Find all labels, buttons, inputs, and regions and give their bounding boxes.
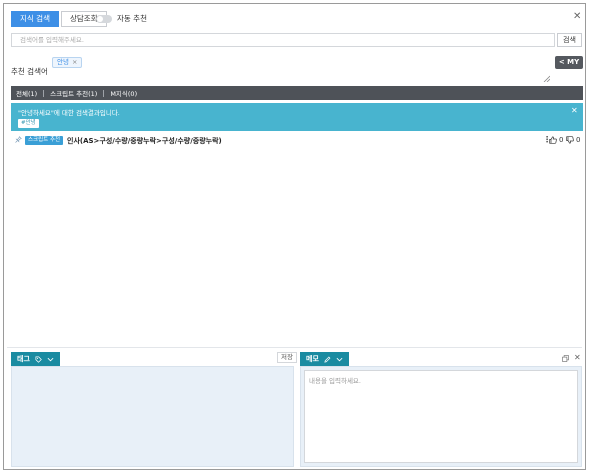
search-input[interactable] <box>11 33 555 47</box>
tag-panel-title: 태그 <box>17 355 30 363</box>
close-icon[interactable]: ✕ <box>573 12 581 22</box>
banner-hashtag[interactable]: #안녕 <box>18 119 39 128</box>
tab-knowledge-search[interactable]: 지식 검색 <box>11 11 59 27</box>
result-filter-bar: 전체(1) 스크립트 추천(1) M지식(0) <box>11 86 583 100</box>
tag-icon <box>35 356 42 363</box>
pencil-icon <box>324 356 331 363</box>
my-button[interactable]: < MY <box>555 56 583 69</box>
tag-panel-header[interactable]: 태그 <box>11 352 60 366</box>
script-recommend-badge: 스크립트 추천 <box>25 136 64 145</box>
filter-divider <box>103 89 105 97</box>
filter-divider <box>43 89 45 97</box>
keyword-text: 안녕 <box>57 58 69 66</box>
memo-panel-title: 메모 <box>306 355 319 363</box>
memo-close-icon[interactable]: ✕ <box>574 354 581 362</box>
auto-recommend-toggle[interactable] <box>96 15 112 23</box>
memo-textarea[interactable] <box>304 370 578 463</box>
banner-close-icon[interactable]: ✕ <box>571 107 578 115</box>
filter-m-knowledge[interactable]: M지식(0) <box>110 88 137 98</box>
auto-recommend-label: 자동 추천 <box>117 14 147 23</box>
copy-icon[interactable] <box>562 355 569 362</box>
tag-panel-body[interactable] <box>11 366 294 467</box>
remove-keyword-icon[interactable]: × <box>72 58 77 66</box>
result-title[interactable]: 인사(AS>구성/수량/중량누락>구성/수량/중량누락) <box>67 136 222 146</box>
resize-handle-icon[interactable] <box>543 75 550 82</box>
search-result-banner: "안녕하세요"에 대한 검색결과입니다. #안녕 ✕ <box>11 103 583 131</box>
recommend-label: 추천 검색어 <box>11 67 48 76</box>
pin-icon[interactable] <box>15 136 22 143</box>
filter-all[interactable]: 전체(1) <box>16 88 37 98</box>
chevron-down-icon[interactable] <box>47 357 54 362</box>
memo-panel-header[interactable]: 메모 <box>300 352 349 366</box>
like-count: 0 <box>559 136 564 144</box>
search-button[interactable]: 검색 <box>557 33 582 47</box>
memo-panel-body <box>300 366 582 467</box>
dislike-count: 0 <box>576 136 581 144</box>
section-divider <box>7 347 582 348</box>
chevron-down-icon[interactable] <box>336 357 343 362</box>
banner-text: "안녕하세요"에 대한 검색결과입니다. <box>18 109 120 117</box>
thumbs-down-icon[interactable] <box>566 136 574 144</box>
recommend-keyword-chip[interactable]: 안녕 × <box>52 57 83 68</box>
result-item[interactable]: 스크립트 추천 인사(AS>구성/수량/중량누락>구성/수량/중량누락) ⋮ 0… <box>11 135 583 147</box>
thumbs-up-icon[interactable] <box>549 136 557 144</box>
top-tabs: 지식 검색 상담조회 <box>11 11 107 27</box>
filter-script-recommend[interactable]: 스크립트 추천(1) <box>50 88 97 98</box>
tag-save-button[interactable]: 저장 <box>277 352 297 363</box>
